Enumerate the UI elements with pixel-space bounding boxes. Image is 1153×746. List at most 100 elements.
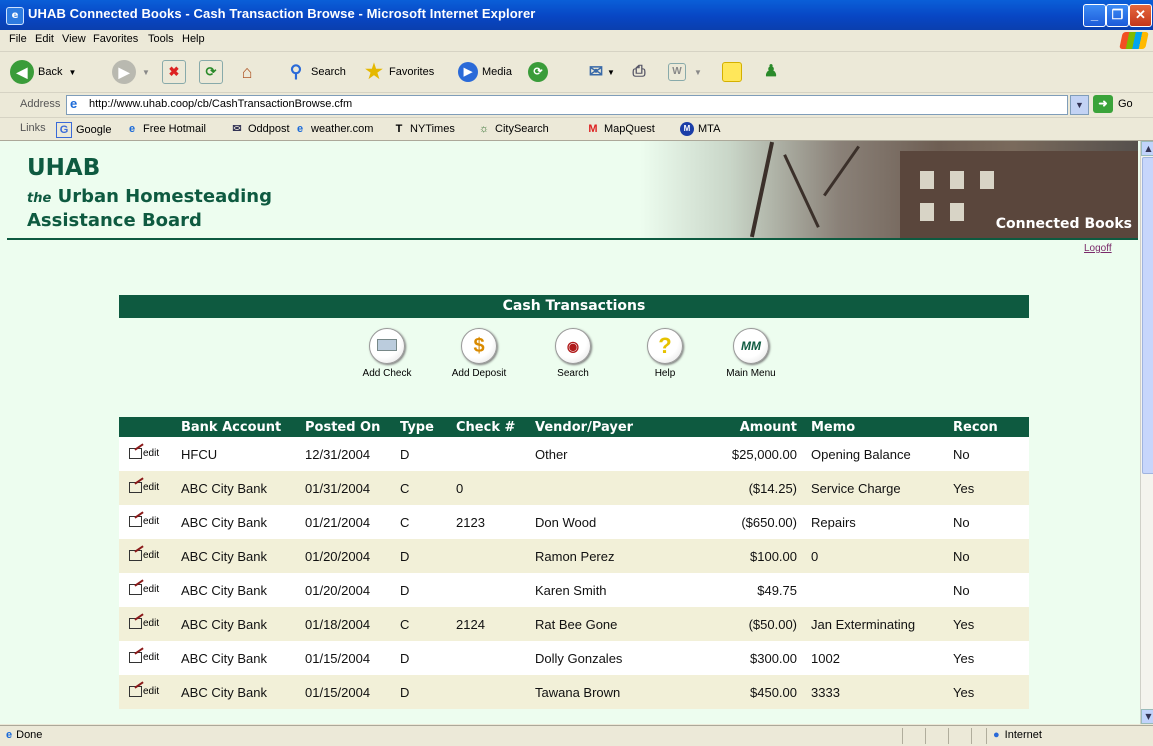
edit-button[interactable]: edit <box>129 685 159 697</box>
tree-branch <box>783 154 820 228</box>
main-menu-button[interactable]: MM Main Menu <box>711 328 791 379</box>
col-posted-on[interactable]: Posted On <box>299 417 394 437</box>
edit-button[interactable]: edit <box>129 617 159 629</box>
col-memo[interactable]: Memo <box>805 417 947 437</box>
table-row: edit ABC City Bank 01/18/2004 C 2124 Rat Bee … <box>119 607 1029 641</box>
link-weather[interactable]: e weather.com <box>293 122 373 136</box>
logoff-link[interactable]: Logoff <box>1084 243 1112 254</box>
status-divider <box>925 728 926 744</box>
table-row: edit ABC City Bank 01/20/2004 D Ramon Perez $… <box>119 539 1029 573</box>
back-button[interactable]: ◀ Back ▼ <box>10 58 76 86</box>
edit-button[interactable]: edit <box>129 583 159 595</box>
col-check-number[interactable]: Check # <box>450 417 529 437</box>
cell-type: C <box>394 505 450 539</box>
maximize-button[interactable]: ❐ <box>1106 4 1129 27</box>
cell-amount: ($650.00) <box>695 505 805 539</box>
edit-button[interactable]: edit <box>129 447 159 459</box>
cell-vendor-payer: Tawana Brown <box>529 675 695 709</box>
address-url: http://www.uhab.coop/cb/CashTransactionB… <box>89 98 353 110</box>
link-free-hotmail-label: Free Hotmail <box>143 123 206 135</box>
link-weather-label: weather.com <box>311 123 374 135</box>
vertical-scrollbar[interactable]: ▲ ▼ <box>1140 141 1153 724</box>
menu-tools[interactable]: Tools <box>148 33 174 45</box>
link-citysearch[interactable]: ☼ CitySearch <box>477 122 549 136</box>
help-button[interactable]: ? Help <box>625 328 705 379</box>
links-bar: Links G Google e Free Hotmail ✉ Oddpost e we… <box>0 118 1153 141</box>
minimize-button[interactable]: _ <box>1083 4 1106 27</box>
link-nytimes[interactable]: T NYTimes <box>392 122 455 136</box>
media-button[interactable]: ▶ Media <box>458 58 512 86</box>
history-button[interactable]: ⟳ <box>528 58 548 86</box>
edit-page-button[interactable]: W ▼ <box>668 58 702 86</box>
scroll-thumb[interactable] <box>1142 157 1153 474</box>
scroll-up-button[interactable]: ▲ <box>1141 141 1153 156</box>
menu-edit[interactable]: Edit <box>35 33 54 45</box>
close-button[interactable]: ✕ <box>1129 4 1152 27</box>
search-button[interactable]: ⚲ Search <box>285 58 346 86</box>
messenger-icon: ♟ <box>763 63 779 80</box>
col-recon[interactable]: Recon <box>947 417 1029 437</box>
cell-amount: $450.00 <box>695 675 805 709</box>
search-label: Search <box>311 66 346 78</box>
print-button[interactable]: ⎙ <box>628 58 650 86</box>
search-icon: ⚲ <box>289 62 303 81</box>
menu-favorites[interactable]: Favorites <box>93 33 138 45</box>
edit-button[interactable]: edit <box>129 481 159 493</box>
forward-button[interactable]: ▶ ▼ <box>112 58 150 86</box>
cell-bank-account: ABC City Bank <box>175 607 299 641</box>
link-nytimes-label: NYTimes <box>410 123 455 135</box>
address-input[interactable]: e http://www.uhab.coop/cb/CashTransactio… <box>66 95 1068 115</box>
cell-bank-account: ABC City Bank <box>175 573 299 607</box>
check-icon <box>369 328 405 364</box>
edit-button[interactable]: edit <box>129 515 159 527</box>
discuss-button[interactable] <box>722 58 742 86</box>
cell-type: C <box>394 607 450 641</box>
edit-pencil-icon <box>129 685 142 697</box>
site-banner: UHAB the Urban Homesteading Assistance B… <box>7 141 1138 240</box>
add-deposit-label: Add Deposit <box>451 368 507 379</box>
cell-vendor-payer <box>529 471 695 505</box>
link-free-hotmail[interactable]: e Free Hotmail <box>125 122 206 136</box>
cell-check-number <box>450 539 529 573</box>
scroll-down-button[interactable]: ▼ <box>1141 709 1153 724</box>
messenger-button[interactable]: ♟ <box>760 58 782 86</box>
go-button[interactable]: Go <box>1118 98 1133 110</box>
cell-recon: No <box>947 573 1029 607</box>
col-type[interactable]: Type <box>394 417 450 437</box>
search-action-button[interactable]: ◉ Search <box>533 328 613 379</box>
col-amount[interactable]: Amount <box>695 417 805 437</box>
link-oddpost[interactable]: ✉ Oddpost <box>230 122 289 136</box>
link-mapquest[interactable]: M MapQuest <box>586 122 654 136</box>
cell-memo: Service Charge <box>805 471 947 505</box>
menu-view[interactable]: View <box>62 33 86 45</box>
table-row: edit ABC City Bank 01/21/2004 C 2123 Don Wood… <box>119 505 1029 539</box>
back-label: Back <box>38 66 63 78</box>
link-google[interactable]: G Google <box>56 122 111 138</box>
menu-file[interactable]: File <box>9 33 27 45</box>
cell-edit: edit <box>119 505 175 539</box>
cell-recon: No <box>947 437 1029 471</box>
add-check-button[interactable]: Add Check <box>347 328 427 379</box>
window-title-bar[interactable]: e UHAB Connected Books - Cash Transactio… <box>0 0 1153 30</box>
stop-button[interactable]: ✖ <box>162 58 186 86</box>
cell-bank-account: ABC City Bank <box>175 539 299 573</box>
edit-button[interactable]: edit <box>129 651 159 663</box>
link-mta[interactable]: M MTA <box>680 122 720 136</box>
window-shape <box>920 203 934 221</box>
cell-memo: Jan Exterminating <box>805 607 947 641</box>
col-vendor-payer[interactable]: Vendor/Payer <box>529 417 695 437</box>
edit-pencil-icon <box>129 583 142 595</box>
favorites-button[interactable]: ★ Favorites <box>363 58 434 86</box>
refresh-button[interactable]: ⟳ <box>199 58 223 86</box>
mail-button[interactable]: ✉ ▼ <box>585 58 615 86</box>
edit-button[interactable]: edit <box>129 549 159 561</box>
edit-pencil-icon <box>129 447 142 459</box>
cell-memo: 0 <box>805 539 947 573</box>
go-arrow-icon[interactable]: ➜ <box>1093 95 1113 113</box>
home-button[interactable]: ⌂ <box>236 58 258 86</box>
menu-help[interactable]: Help <box>182 33 205 45</box>
address-dropdown-button[interactable]: ▼ <box>1070 95 1089 115</box>
forward-dropdown-icon: ▼ <box>142 67 150 77</box>
add-deposit-button[interactable]: $ Add Deposit <box>439 328 519 379</box>
col-bank-account[interactable]: Bank Account <box>175 417 299 437</box>
